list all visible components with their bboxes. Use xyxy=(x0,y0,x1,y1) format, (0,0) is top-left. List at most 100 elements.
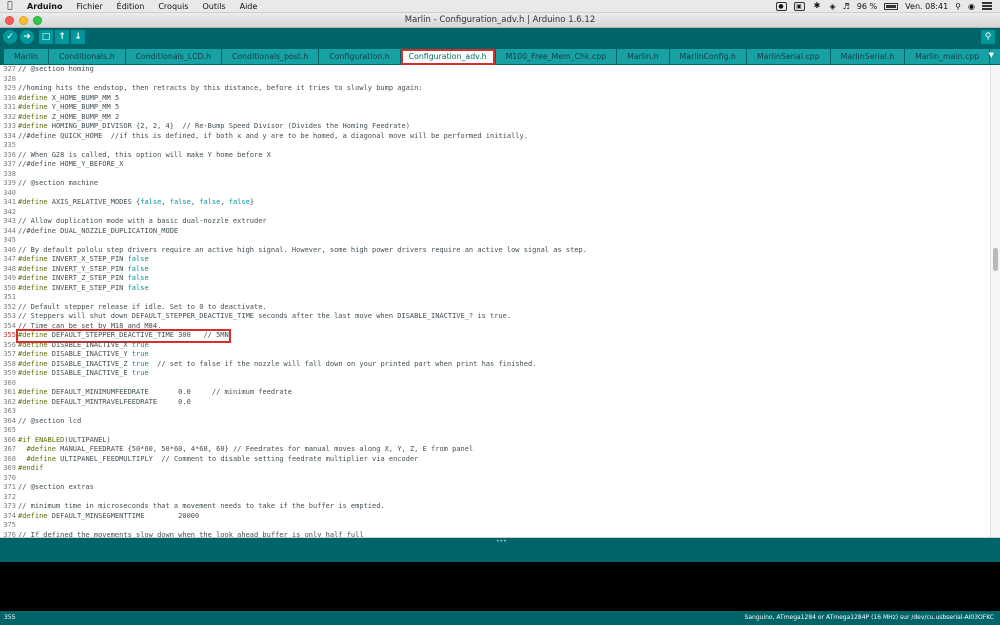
code-line[interactable]: 369 #endif xyxy=(0,464,990,474)
clock[interactable]: Ven. 08:41 xyxy=(905,2,948,11)
code-line[interactable]: 344//#define DUAL_NOZZLE_DUPLICATION_MOD… xyxy=(0,227,990,237)
line-number: 351 xyxy=(3,293,16,301)
verify-button[interactable]: ✓ xyxy=(3,30,17,44)
line-number: 374 xyxy=(3,511,16,520)
code-editor[interactable]: 327// @section homing 328 329//homing hits… xyxy=(0,65,1000,538)
code-line[interactable]: 328 xyxy=(0,75,990,85)
code-line[interactable]: 334//#define QUICK_HOME //if this is def… xyxy=(0,132,990,142)
code-line[interactable]: 347 #define INVERT_X_STEP_PIN false xyxy=(0,255,990,265)
code-line[interactable]: 356 #define DISABLE_INACTIVE_X true xyxy=(0,341,990,351)
menu-fichier[interactable]: Fichier xyxy=(70,2,110,11)
tab-menu-button[interactable]: ▼ xyxy=(989,51,994,59)
code-text: // Steppers will shut down DEFAULT_STEPP… xyxy=(18,312,512,320)
code-text: #if ENABLED(ULTIPANEL) xyxy=(18,435,111,444)
vertical-scrollbar[interactable] xyxy=(990,65,1000,537)
menu-edition[interactable]: Édition xyxy=(110,2,152,11)
console-output[interactable] xyxy=(0,562,1000,611)
scrollbar-thumb[interactable] xyxy=(993,248,998,271)
code-line[interactable]: 332 #define Z_HOME_BUMP_MM 2 xyxy=(0,113,990,123)
file-tabs: Marlin Conditionals.h Conditionals_LCD.h Co… xyxy=(4,47,1000,65)
line-number: 364 xyxy=(3,416,16,425)
menu-croquis[interactable]: Croquis xyxy=(151,2,195,11)
menu-outils[interactable]: Outils xyxy=(195,2,232,11)
code-area[interactable]: 327// @section homing 328 329//homing hits… xyxy=(0,65,990,538)
code-line[interactable]: 333 #define HOMING_BUMP_DIVISOR {2, 2, 4}… xyxy=(0,122,990,132)
line-number: 337 xyxy=(3,160,16,168)
code-line[interactable]: 343// Allow duplication mode with a basi… xyxy=(0,217,990,227)
tab-conditionals-post-h[interactable]: Conditionals_post.h xyxy=(221,49,319,64)
tab-m100-free-mem-chk-cpp[interactable]: M100_Free_Mem_Chk.cpp xyxy=(495,49,617,64)
code-line[interactable]: 353// Steppers will shut down DEFAULT_ST… xyxy=(0,312,990,322)
code-line[interactable]: 338 xyxy=(0,170,990,180)
notification-center-icon[interactable] xyxy=(982,2,992,10)
save-button[interactable]: ↓ xyxy=(71,30,85,44)
code-line[interactable]: 327// @section homing xyxy=(0,65,990,75)
code-line[interactable]: 330 #define X_HOME_BUMP_MM 5 xyxy=(0,94,990,104)
screen-icon[interactable]: ▣ xyxy=(793,1,805,11)
bluetooth-icon[interactable]: ✱ xyxy=(812,1,823,11)
tab-marlinserial-cpp[interactable]: MarlinSerial.cpp xyxy=(746,49,830,64)
code-line[interactable]: 360 xyxy=(0,379,990,389)
upload-button[interactable]: ➜ xyxy=(20,30,34,44)
code-line[interactable]: 370 xyxy=(0,474,990,484)
code-line[interactable]: 366 #if ENABLED(ULTIPANEL) xyxy=(0,436,990,446)
code-line[interactable]: 329//homing hits the endstop, then retra… xyxy=(0,84,990,94)
code-line[interactable]: 350 #define INVERT_E_STEP_PIN false xyxy=(0,284,990,294)
code-line[interactable]: 345 xyxy=(0,236,990,246)
code-line[interactable]: 349 #define INVERT_Z_STEP_PIN false xyxy=(0,274,990,284)
tab-configuration-adv-h[interactable]: Configuration_adv.h xyxy=(400,49,495,65)
tab-marlin-main-cpp[interactable]: Marlin_main.cpp xyxy=(905,49,990,64)
code-line[interactable]: 363 xyxy=(0,407,990,417)
wifi-icon[interactable]: ◈ xyxy=(830,2,836,11)
code-line[interactable]: 364// @section lcd xyxy=(0,417,990,427)
apple-icon[interactable]:  xyxy=(0,1,20,11)
code-line[interactable]: 376// If defined the movements slow down… xyxy=(0,531,990,538)
code-line[interactable]: 341 #define AXIS_RELATIVE_MODES {false, f… xyxy=(0,198,990,208)
code-line[interactable]: 352// Default stepper release if idle. S… xyxy=(0,303,990,313)
code-line[interactable]: 361 #define DEFAULT_MINIMUMFEEDRATE 0.0 /… xyxy=(0,388,990,398)
menu-app[interactable]: Arduino xyxy=(20,2,70,11)
code-text: // Default stepper release if idle. Set … xyxy=(18,302,267,311)
code-line[interactable]: 337//#define HOME_Y_BEFORE_X xyxy=(0,160,990,170)
code-line[interactable]: 365 xyxy=(0,426,990,436)
code-line[interactable]: 373// minimum time in microseconds that … xyxy=(0,502,990,512)
code-line[interactable]: 336// When G28 is called, this option wi… xyxy=(0,151,990,161)
code-line[interactable]: 348 #define INVERT_Y_STEP_PIN false xyxy=(0,265,990,275)
menu-aide[interactable]: Aide xyxy=(233,2,265,11)
spotlight-icon[interactable]: ⚲ xyxy=(955,2,961,11)
splitter-handle[interactable]: ••• xyxy=(496,538,507,545)
battery-icon[interactable] xyxy=(884,2,899,10)
new-button[interactable]: □ xyxy=(39,30,53,44)
code-line[interactable]: 375 xyxy=(0,521,990,531)
user-icon[interactable]: ◉ xyxy=(968,2,975,11)
code-line[interactable]: 371// @section extras xyxy=(0,483,990,493)
volume-icon[interactable]: ♬ xyxy=(843,2,850,11)
tab-marlinserial-h[interactable]: MarlinSerial.h xyxy=(830,49,905,64)
code-line[interactable]: 351 xyxy=(0,293,990,303)
tab-marlinconfig-h[interactable]: MarlinConfig.h xyxy=(669,49,746,64)
code-line[interactable]: 359 #define DISABLE_INACTIVE_E true xyxy=(0,369,990,379)
tab-conditionals-h[interactable]: Conditionals.h xyxy=(49,49,125,64)
code-line[interactable]: 368 #define ULTIPANEL_FEEDMULTIPLY // Co… xyxy=(0,455,990,465)
code-line[interactable]: 367 #define MANUAL_FEEDRATE {50*60, 50*6… xyxy=(0,445,990,455)
code-line[interactable]: 331 #define Y_HOME_BUMP_MM 5 xyxy=(0,103,990,113)
code-line[interactable]: 372 xyxy=(0,493,990,503)
tab-marlin[interactable]: Marlin xyxy=(4,49,48,64)
open-button[interactable]: ↑ xyxy=(55,30,69,44)
code-line[interactable]: 358 #define DISABLE_INACTIVE_Z true // se… xyxy=(0,360,990,370)
serial-monitor-button[interactable]: ⚲ xyxy=(981,30,995,44)
code-line[interactable]: 362 #define DEFAULT_MINTRAVELFEEDRATE 0.0 xyxy=(0,398,990,408)
tab-conditionals-lcd-h[interactable]: Conditionals_LCD.h xyxy=(125,49,221,64)
code-line[interactable]: 340 xyxy=(0,189,990,199)
tab-marlin-h[interactable]: Marlin.h xyxy=(617,49,669,64)
code-line[interactable]: 342 xyxy=(0,208,990,218)
tab-configuration-h[interactable]: Configuration.h xyxy=(319,49,400,64)
code-line[interactable]: 335 xyxy=(0,141,990,151)
code-line[interactable]: 374 #define DEFAULT_MINSEGMENTTIME 20000 xyxy=(0,512,990,522)
code-line[interactable]: 355 #define DEFAULT_STEPPER_DEACTIVE_TIME… xyxy=(0,329,990,343)
code-line[interactable]: 357 #define DISABLE_INACTIVE_Y true xyxy=(0,350,990,360)
code-line[interactable]: 339// @section machine xyxy=(0,179,990,189)
code-line[interactable]: 346// By default pololu step drivers req… xyxy=(0,246,990,256)
app-status-icon[interactable]: ● xyxy=(775,1,787,11)
code-line[interactable]: 354// Time can be set by M18 and M84. xyxy=(0,322,990,332)
